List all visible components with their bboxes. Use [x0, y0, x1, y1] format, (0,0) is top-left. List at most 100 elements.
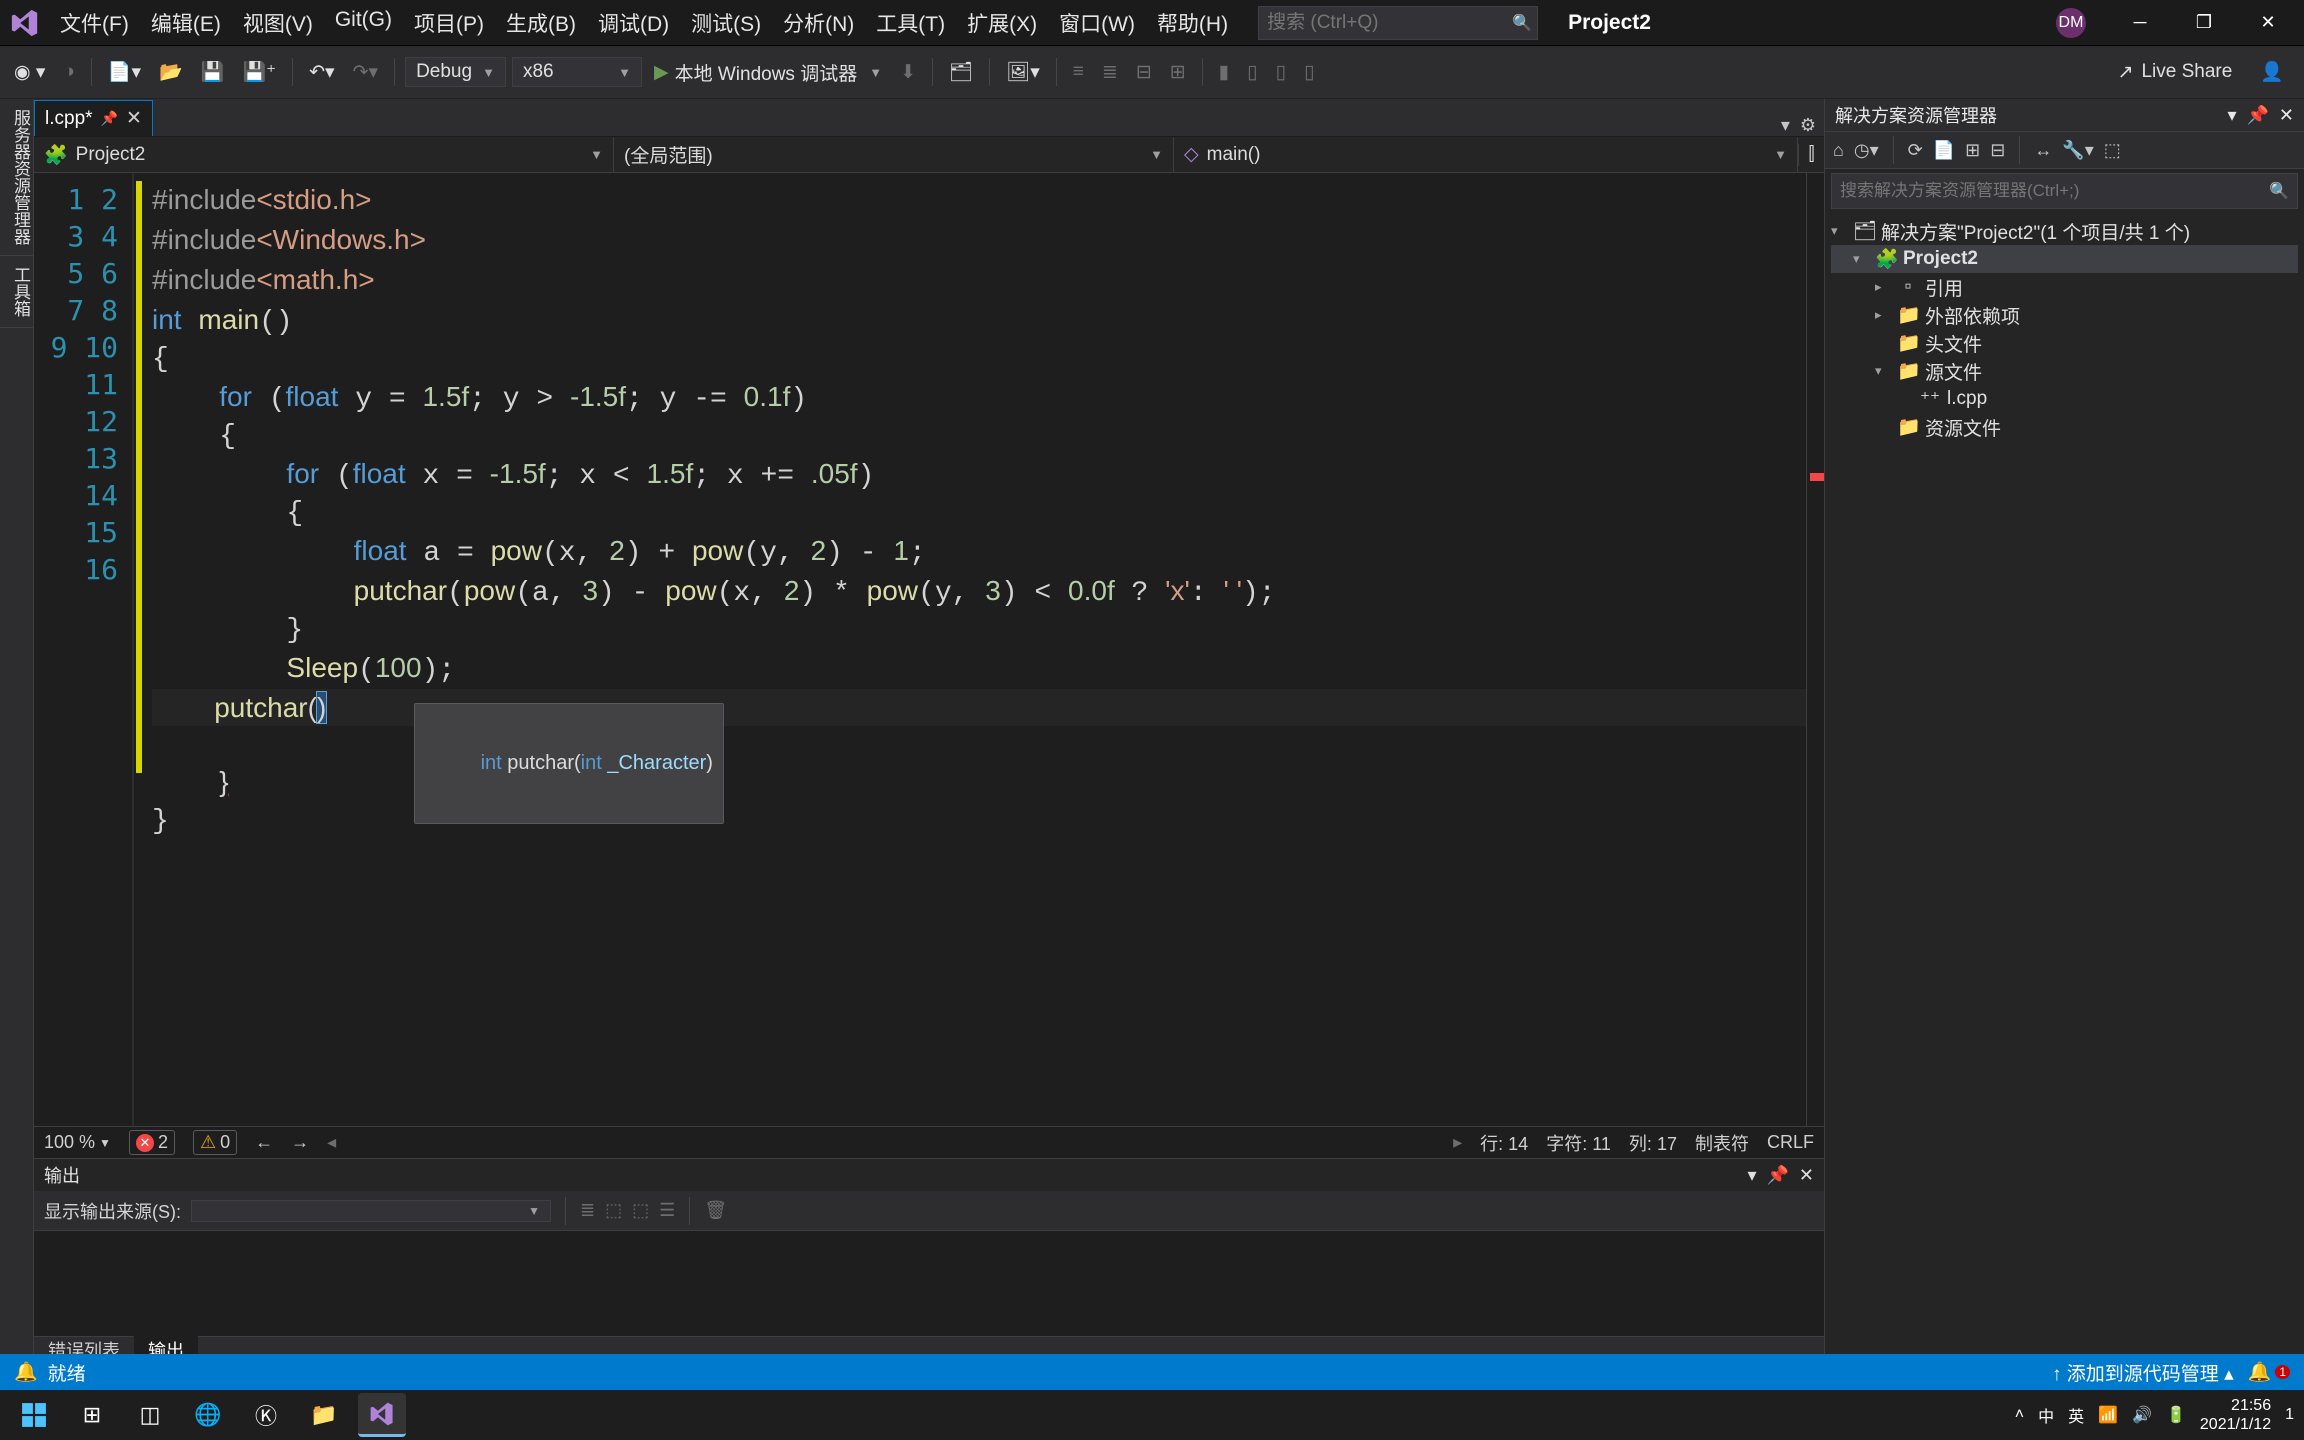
menu-build[interactable]: 生成(B) — [496, 4, 586, 42]
toolbox-tab[interactable]: 工具箱 — [0, 256, 33, 328]
out-tool-5[interactable]: 🗑 — [704, 1200, 727, 1221]
tab-overflow-icon[interactable]: ▾ — [1781, 115, 1790, 136]
code-content[interactable]: #include<stdio.h> #include<Windows.h> #i… — [144, 173, 1806, 1126]
solution-search-input[interactable] — [1840, 181, 2269, 201]
sol-wrench-icon[interactable]: 🔧▾ — [2062, 140, 2093, 161]
maximize-button[interactable]: ❐ — [2174, 3, 2234, 43]
user-avatar[interactable]: DM — [2056, 8, 2086, 38]
live-share-button[interactable]: ↗ Live Share 👤 — [2106, 60, 2296, 84]
toolbox-button-1[interactable]: 🗂 — [943, 56, 979, 88]
eol-mode[interactable]: CRLF — [1767, 1132, 1814, 1153]
zoom-level[interactable]: 100 % ▼ — [44, 1132, 111, 1153]
ime-lang-2[interactable]: 英 — [2068, 1403, 2084, 1427]
volume-icon[interactable]: 🔊 — [2132, 1405, 2152, 1425]
start-button[interactable] — [10, 1393, 58, 1437]
sol-close-icon[interactable]: ✕ — [2279, 105, 2294, 126]
comment-button-4[interactable]: ▯ — [1298, 57, 1320, 88]
warning-count[interactable]: ⚠0 — [193, 1130, 237, 1155]
quick-search[interactable]: 🔍 — [1258, 6, 1538, 40]
error-count[interactable]: ✕2 — [129, 1130, 175, 1155]
battery-icon[interactable]: 🔋 — [2166, 1405, 2186, 1425]
search-input[interactable] — [1267, 12, 1512, 34]
notification-bell[interactable]: 🔔1 — [2248, 1360, 2290, 1384]
close-window-button[interactable]: ✕ — [2238, 3, 2298, 43]
sol-icon-1[interactable]: 📄 — [1933, 140, 1955, 161]
source-file-lcpp[interactable]: ⁺⁺l.cpp — [1831, 385, 2298, 413]
indent-button-2[interactable]: ≣ — [1096, 57, 1124, 88]
solution-search[interactable]: 🔍 — [1831, 173, 2298, 209]
menu-view[interactable]: 视图(V) — [233, 4, 323, 42]
sol-sync-icon[interactable]: ⟳ — [1908, 140, 1923, 161]
ime-lang-1[interactable]: 中 — [2038, 1403, 2054, 1427]
indent-button-3[interactable]: ⊟ — [1130, 57, 1158, 88]
app-icon-k[interactable]: Ⓚ — [242, 1393, 290, 1437]
scope-global[interactable]: (全局范围)▼ — [614, 137, 1174, 172]
output-pin-icon[interactable]: 📌 — [1766, 1165, 1788, 1186]
run-debug-button[interactable]: ▶本地 Windows 调试器▼ — [648, 55, 888, 90]
sol-icon-3[interactable]: ⊟ — [1990, 140, 2005, 161]
menu-edit[interactable]: 编辑(E) — [141, 4, 231, 42]
new-item-button[interactable]: 📄▾ — [102, 56, 147, 88]
split-editor-button[interactable]: ⫿ — [1798, 144, 1824, 166]
edge-icon[interactable]: 🌐 — [184, 1393, 232, 1437]
indent-mode[interactable]: 制表符 — [1695, 1130, 1749, 1156]
save-button[interactable]: 💾 — [195, 56, 231, 88]
menu-analyze[interactable]: 分析(N) — [773, 4, 864, 42]
menu-extensions[interactable]: 扩展(X) — [957, 4, 1047, 42]
error-marker[interactable] — [1810, 473, 1824, 481]
overview-ruler[interactable] — [1806, 173, 1824, 1126]
menu-git[interactable]: Git(G) — [325, 4, 402, 42]
pin-icon[interactable]: 📌 — [101, 110, 118, 127]
server-explorer-tab[interactable]: 服务器资源管理器 — [0, 99, 33, 256]
sol-home-icon[interactable]: ⌂ — [1833, 140, 1844, 161]
open-button[interactable]: 📂 — [153, 56, 189, 88]
sol-icon-5[interactable]: ⬚ — [2104, 140, 2121, 161]
menu-project[interactable]: 项目(P) — [404, 4, 494, 42]
out-tool-3[interactable]: ⬚ — [632, 1200, 649, 1221]
hscroll-left-icon[interactable]: ◂ — [327, 1132, 336, 1153]
source-files-node[interactable]: ▾📁源文件 — [1831, 357, 2298, 385]
explorer-icon[interactable]: 📁 — [300, 1393, 348, 1437]
back-nav-button[interactable]: ◉ ▾ — [8, 57, 51, 88]
scope-function[interactable]: ◇ main()▼ — [1174, 137, 1798, 172]
nav-fwd-icon[interactable]: → — [291, 1132, 309, 1153]
menu-window[interactable]: 窗口(W) — [1049, 4, 1145, 42]
indent-button-4[interactable]: ⊞ — [1164, 57, 1192, 88]
output-body[interactable] — [34, 1231, 1824, 1336]
scope-project[interactable]: 🧩 Project2▼ — [34, 137, 614, 172]
tab-settings-icon[interactable]: ⚙ — [1800, 115, 1816, 136]
sol-pin-icon[interactable]: 📌 — [2246, 105, 2268, 126]
redo-button[interactable]: ↷▾ — [347, 57, 384, 88]
forward-nav-button[interactable]: ◑ — [57, 57, 80, 87]
undo-button[interactable]: ↶▾ — [303, 57, 340, 88]
comment-button-1[interactable]: ▮ — [1213, 57, 1235, 88]
output-dropdown-icon[interactable]: ▾ — [1747, 1165, 1756, 1186]
out-tool-4[interactable]: ☰ — [659, 1200, 675, 1221]
comment-button-3[interactable]: ▯ — [1270, 57, 1292, 88]
out-tool-2[interactable]: ⬚ — [605, 1200, 622, 1221]
references-node[interactable]: ▸▫引用 — [1831, 273, 2298, 301]
widgets-button[interactable]: ◫ — [126, 1393, 174, 1437]
sol-dropdown-icon[interactable]: ▾ — [2227, 105, 2236, 126]
solution-root[interactable]: ▾🗂解决方案"Project2"(1 个项目/共 1 个) — [1831, 217, 2298, 245]
close-tab-icon[interactable]: ✕ — [126, 107, 142, 130]
file-tab-lcpp[interactable]: l.cpp* 📌 ✕ — [34, 100, 153, 136]
config-combo[interactable]: Debug▼ — [405, 57, 506, 87]
platform-combo[interactable]: x86▼ — [512, 57, 642, 87]
notification-center-icon[interactable]: 1 — [2285, 1406, 2294, 1424]
indent-button-1[interactable]: ≡ — [1067, 57, 1090, 87]
add-to-source-control[interactable]: ↑ 添加到源代码管理 ▴ — [2052, 1359, 2234, 1386]
menu-tools[interactable]: 工具(T) — [866, 4, 955, 42]
output-close-icon[interactable]: ✕ — [1799, 1165, 1814, 1186]
sol-view-icon[interactable]: ◷▾ — [1854, 140, 1879, 161]
taskbar-clock[interactable]: 21:56 2021/1/12 — [2200, 1396, 2271, 1434]
code-editor[interactable]: 1 2 3 4 5 6 7 8 9 10 11 12 13 14 15 16 #… — [34, 173, 1824, 1126]
feedback-icon[interactable]: 👤 — [2260, 60, 2284, 84]
project-node[interactable]: ▾🧩Project2 — [1831, 245, 2298, 273]
resource-files-node[interactable]: 📁资源文件 — [1831, 413, 2298, 441]
menu-file[interactable]: 文件(F) — [50, 4, 139, 42]
menu-test[interactable]: 测试(S) — [681, 4, 771, 42]
minimize-button[interactable]: ─ — [2110, 3, 2170, 43]
menu-help[interactable]: 帮助(H) — [1147, 4, 1238, 42]
headers-node[interactable]: 📁头文件 — [1831, 329, 2298, 357]
